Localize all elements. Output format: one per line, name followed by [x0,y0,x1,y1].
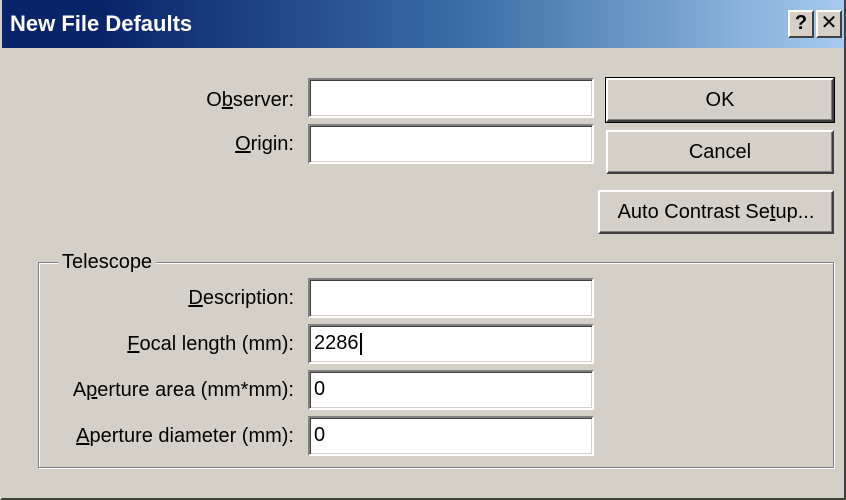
aperture-diameter-field[interactable]: 0 [308,416,594,456]
close-button[interactable]: ✕ [816,10,842,38]
dialog-window: New File Defaults ? ✕ Observer: Origin: … [0,0,846,500]
close-icon: ✕ [820,12,838,34]
ok-button[interactable]: OK [605,77,835,123]
telescope-group-label: Telescope [58,250,157,274]
window-title: New File Defaults [10,11,193,36]
help-icon: ? [794,12,808,34]
help-button[interactable]: ? [788,10,814,38]
focal-length-label: Focal length (mm): [127,333,294,355]
description-field[interactable] [308,278,594,318]
text-caret [359,332,362,355]
aperture-diameter-value: 0 [314,424,326,446]
origin-label: Origin: [235,133,294,155]
auto-contrast-setup-label: Auto Contrast Setup... [617,200,815,223]
aperture-diameter-label: Aperture diameter (mm): [76,425,294,447]
observer-label: Observer: [206,89,294,111]
aperture-area-label: Aperture area (mm*mm): [72,379,294,401]
cancel-button[interactable]: Cancel [606,130,834,174]
aperture-area-field[interactable]: 0 [308,370,594,410]
ok-button-label: OK [705,88,735,111]
cancel-button-label: Cancel [688,140,752,163]
observer-field[interactable] [308,78,594,118]
focal-length-field[interactable]: 2286 [308,324,594,364]
aperture-area-value: 0 [314,378,326,400]
focal-length-value: 2286 [314,332,359,354]
description-label: Description: [188,287,294,309]
title-bar[interactable]: New File Defaults ? ✕ [2,0,844,48]
auto-contrast-setup-button[interactable]: Auto Contrast Setup... [598,190,834,234]
origin-field[interactable] [308,124,594,164]
